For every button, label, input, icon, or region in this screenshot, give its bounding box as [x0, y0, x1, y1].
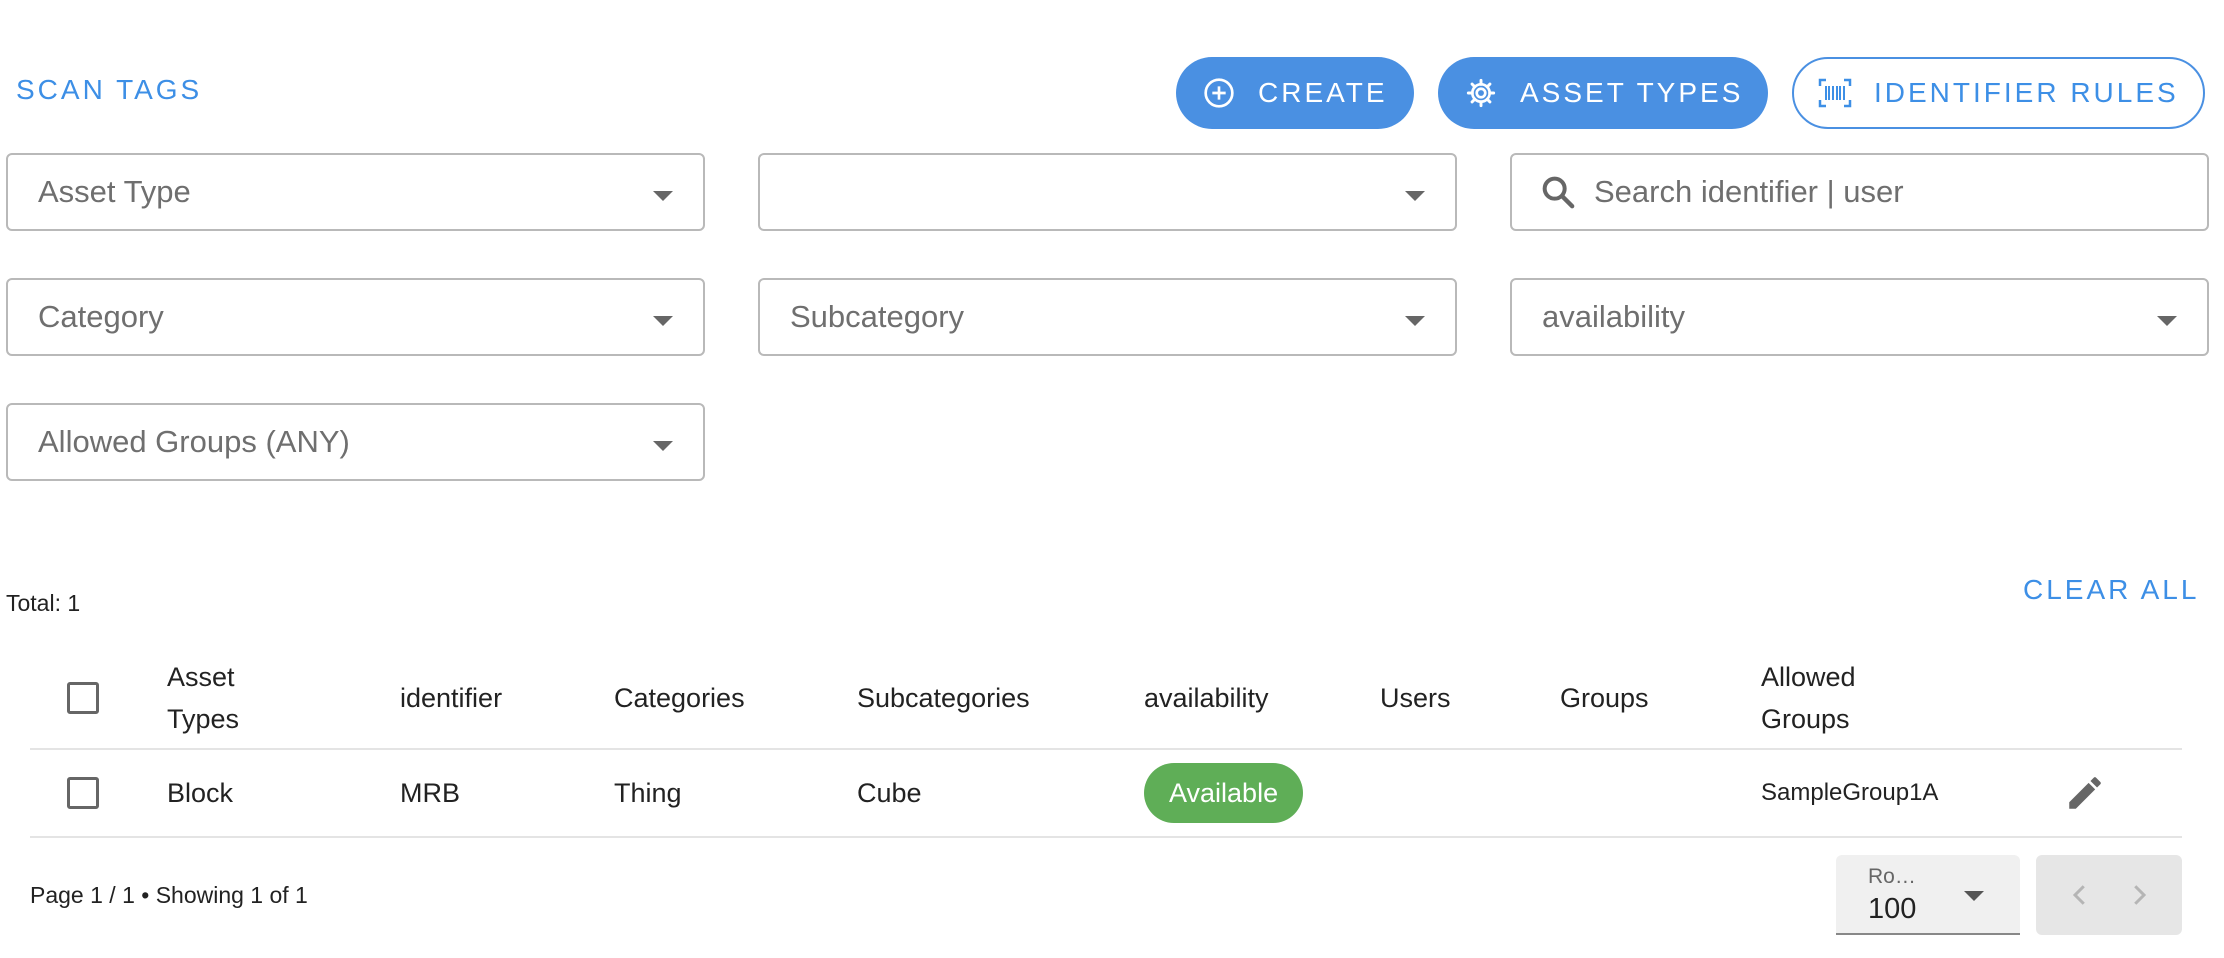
- column-header-users[interactable]: Users: [1380, 677, 1451, 719]
- caret-down-icon: [1964, 891, 1984, 901]
- table-row[interactable]: Block MRB Thing Cube Available SampleGro…: [30, 750, 2182, 838]
- pagination-controls: [2036, 855, 2182, 935]
- caret-down-icon: [1405, 316, 1425, 326]
- asset-types-button-label: ASSET TYPES: [1520, 77, 1744, 108]
- cell-subcategory: Cube: [857, 778, 922, 808]
- row-checkbox[interactable]: [67, 777, 99, 809]
- cell-category: Thing: [614, 778, 682, 808]
- secondary-select[interactable]: [758, 153, 1457, 231]
- asset-type-select-label: Asset Type: [38, 174, 191, 209]
- assets-table: Asset Types identifier Categories Subcat…: [30, 648, 2182, 838]
- column-header-identifier[interactable]: identifier: [400, 677, 502, 719]
- cell-availability: Available: [1144, 763, 1304, 823]
- caret-down-icon: [2157, 316, 2177, 326]
- allowed-groups-select[interactable]: Allowed Groups (ANY): [6, 403, 705, 481]
- scan-tags-link[interactable]: SCAN TAGS: [16, 74, 202, 106]
- rows-per-page-value: 100: [1868, 893, 1917, 925]
- select-all-checkbox[interactable]: [67, 682, 99, 714]
- column-header-asset-types-line2: Types: [167, 704, 240, 734]
- caret-down-icon: [653, 316, 673, 326]
- edit-pencil-icon[interactable]: [2064, 772, 2106, 814]
- caret-down-icon: [653, 441, 673, 451]
- table-header-row: Asset Types identifier Categories Subcat…: [30, 648, 2182, 750]
- gear-icon: [1464, 76, 1498, 110]
- asset-type-select[interactable]: Asset Type: [6, 153, 705, 231]
- category-select[interactable]: Category: [6, 278, 705, 356]
- column-header-categories[interactable]: Categories: [614, 677, 745, 719]
- allowed-groups-select-label: Allowed Groups (ANY): [38, 424, 350, 459]
- chevron-left-icon[interactable]: [2063, 878, 2097, 912]
- cell-identifier: MRB: [400, 778, 460, 808]
- rows-per-page-label: Ro…: [1868, 865, 1916, 888]
- column-header-asset-types-line1: Asset: [167, 662, 235, 692]
- availability-select-label: availability: [1542, 299, 1686, 334]
- cell-allowed-groups: SampleGroup1A: [1761, 779, 1939, 806]
- column-header-asset-types[interactable]: Asset Types: [167, 656, 239, 740]
- column-header-allowed-groups-line1: Allowed: [1761, 662, 1856, 692]
- identifier-rules-button[interactable]: IDENTIFIER RULES: [1792, 57, 2205, 129]
- caret-down-icon: [1405, 191, 1425, 201]
- search-placeholder: Search identifier | user: [1594, 174, 1904, 209]
- availability-select[interactable]: availability: [1510, 278, 2209, 356]
- pagination-info: Page 1 / 1 • Showing 1 of 1: [30, 882, 308, 908]
- asset-types-button[interactable]: ASSET TYPES: [1438, 57, 1768, 129]
- status-badge: Available: [1144, 763, 1304, 823]
- plus-circle-icon: [1202, 76, 1236, 110]
- identifier-rules-button-label: IDENTIFIER RULES: [1874, 77, 2179, 108]
- barcode-icon: [1818, 76, 1852, 110]
- clear-all-button[interactable]: CLEAR ALL: [2023, 574, 2199, 606]
- subcategory-select-label: Subcategory: [790, 299, 965, 334]
- search-input[interactable]: Search identifier | user: [1510, 153, 2209, 231]
- column-header-availability[interactable]: availability: [1144, 677, 1269, 719]
- search-icon: [1538, 172, 1578, 212]
- caret-down-icon: [653, 191, 673, 201]
- column-header-groups[interactable]: Groups: [1560, 677, 1649, 719]
- rows-per-page-select[interactable]: Ro… 100: [1836, 855, 2020, 935]
- subcategory-select[interactable]: Subcategory: [758, 278, 1457, 356]
- category-select-label: Category: [38, 299, 164, 334]
- column-header-allowed-groups[interactable]: Allowed Groups: [1761, 656, 1856, 740]
- column-header-allowed-groups-line2: Groups: [1761, 704, 1850, 734]
- cell-asset-type: Block: [167, 778, 234, 808]
- total-count: Total: 1: [6, 590, 81, 616]
- chevron-right-icon[interactable]: [2122, 878, 2156, 912]
- create-button[interactable]: CREATE: [1176, 57, 1414, 129]
- column-header-subcategories[interactable]: Subcategories: [857, 677, 1030, 719]
- create-button-label: CREATE: [1258, 77, 1388, 108]
